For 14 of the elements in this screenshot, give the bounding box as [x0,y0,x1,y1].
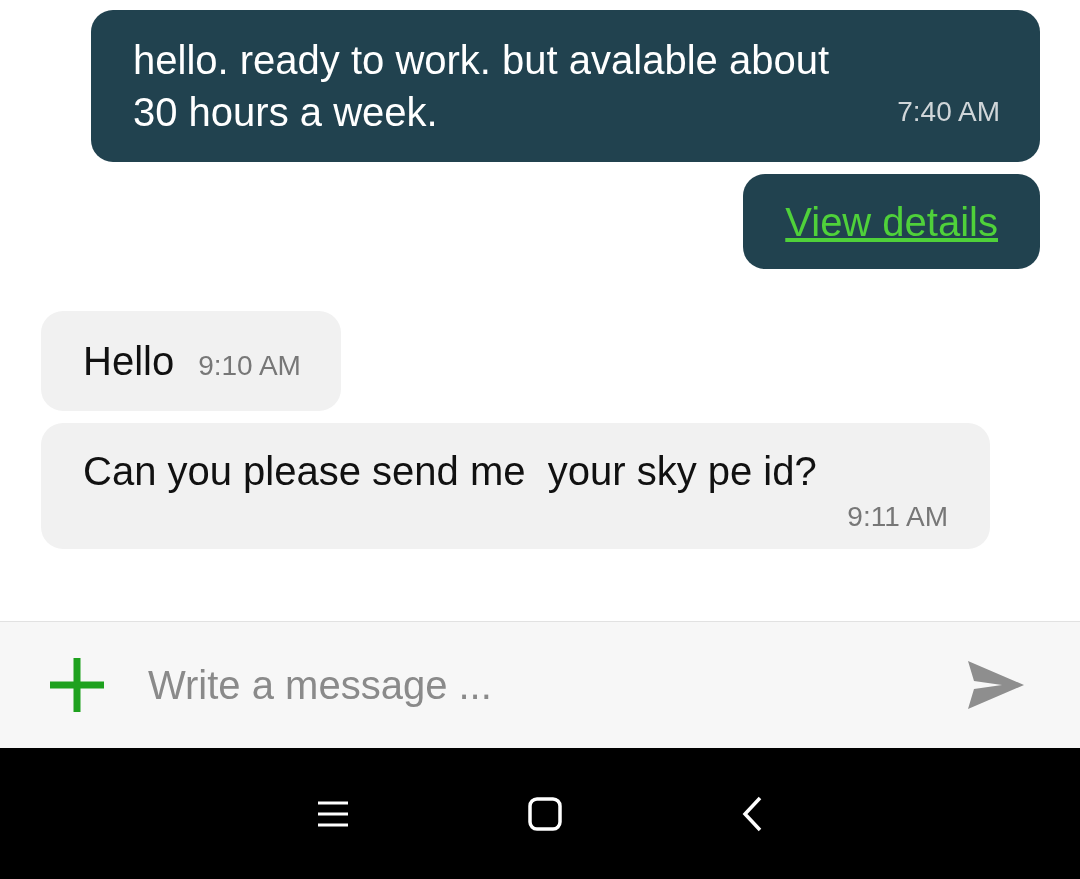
home-icon[interactable] [528,796,562,831]
send-icon[interactable] [968,661,1024,709]
plus-icon[interactable] [48,656,106,714]
message-text: Hello [83,338,175,385]
composer-bar[interactable]: Write a message ... [0,621,1080,748]
message-text: Can you please send me your sky pe id? [83,448,818,495]
message-time: 7:40 AM [897,96,1000,129]
menu-icon[interactable] [318,800,348,827]
message-input[interactable]: Write a message ... [146,661,928,709]
back-icon[interactable] [742,795,762,832]
message-time: 9:11 AM [847,501,948,533]
message-time: 9:10 AM [198,350,301,382]
message-text: hello. ready to work. but avalable about 30 hours a week. [133,37,830,136]
view-details-link[interactable]: View details [785,200,998,244]
